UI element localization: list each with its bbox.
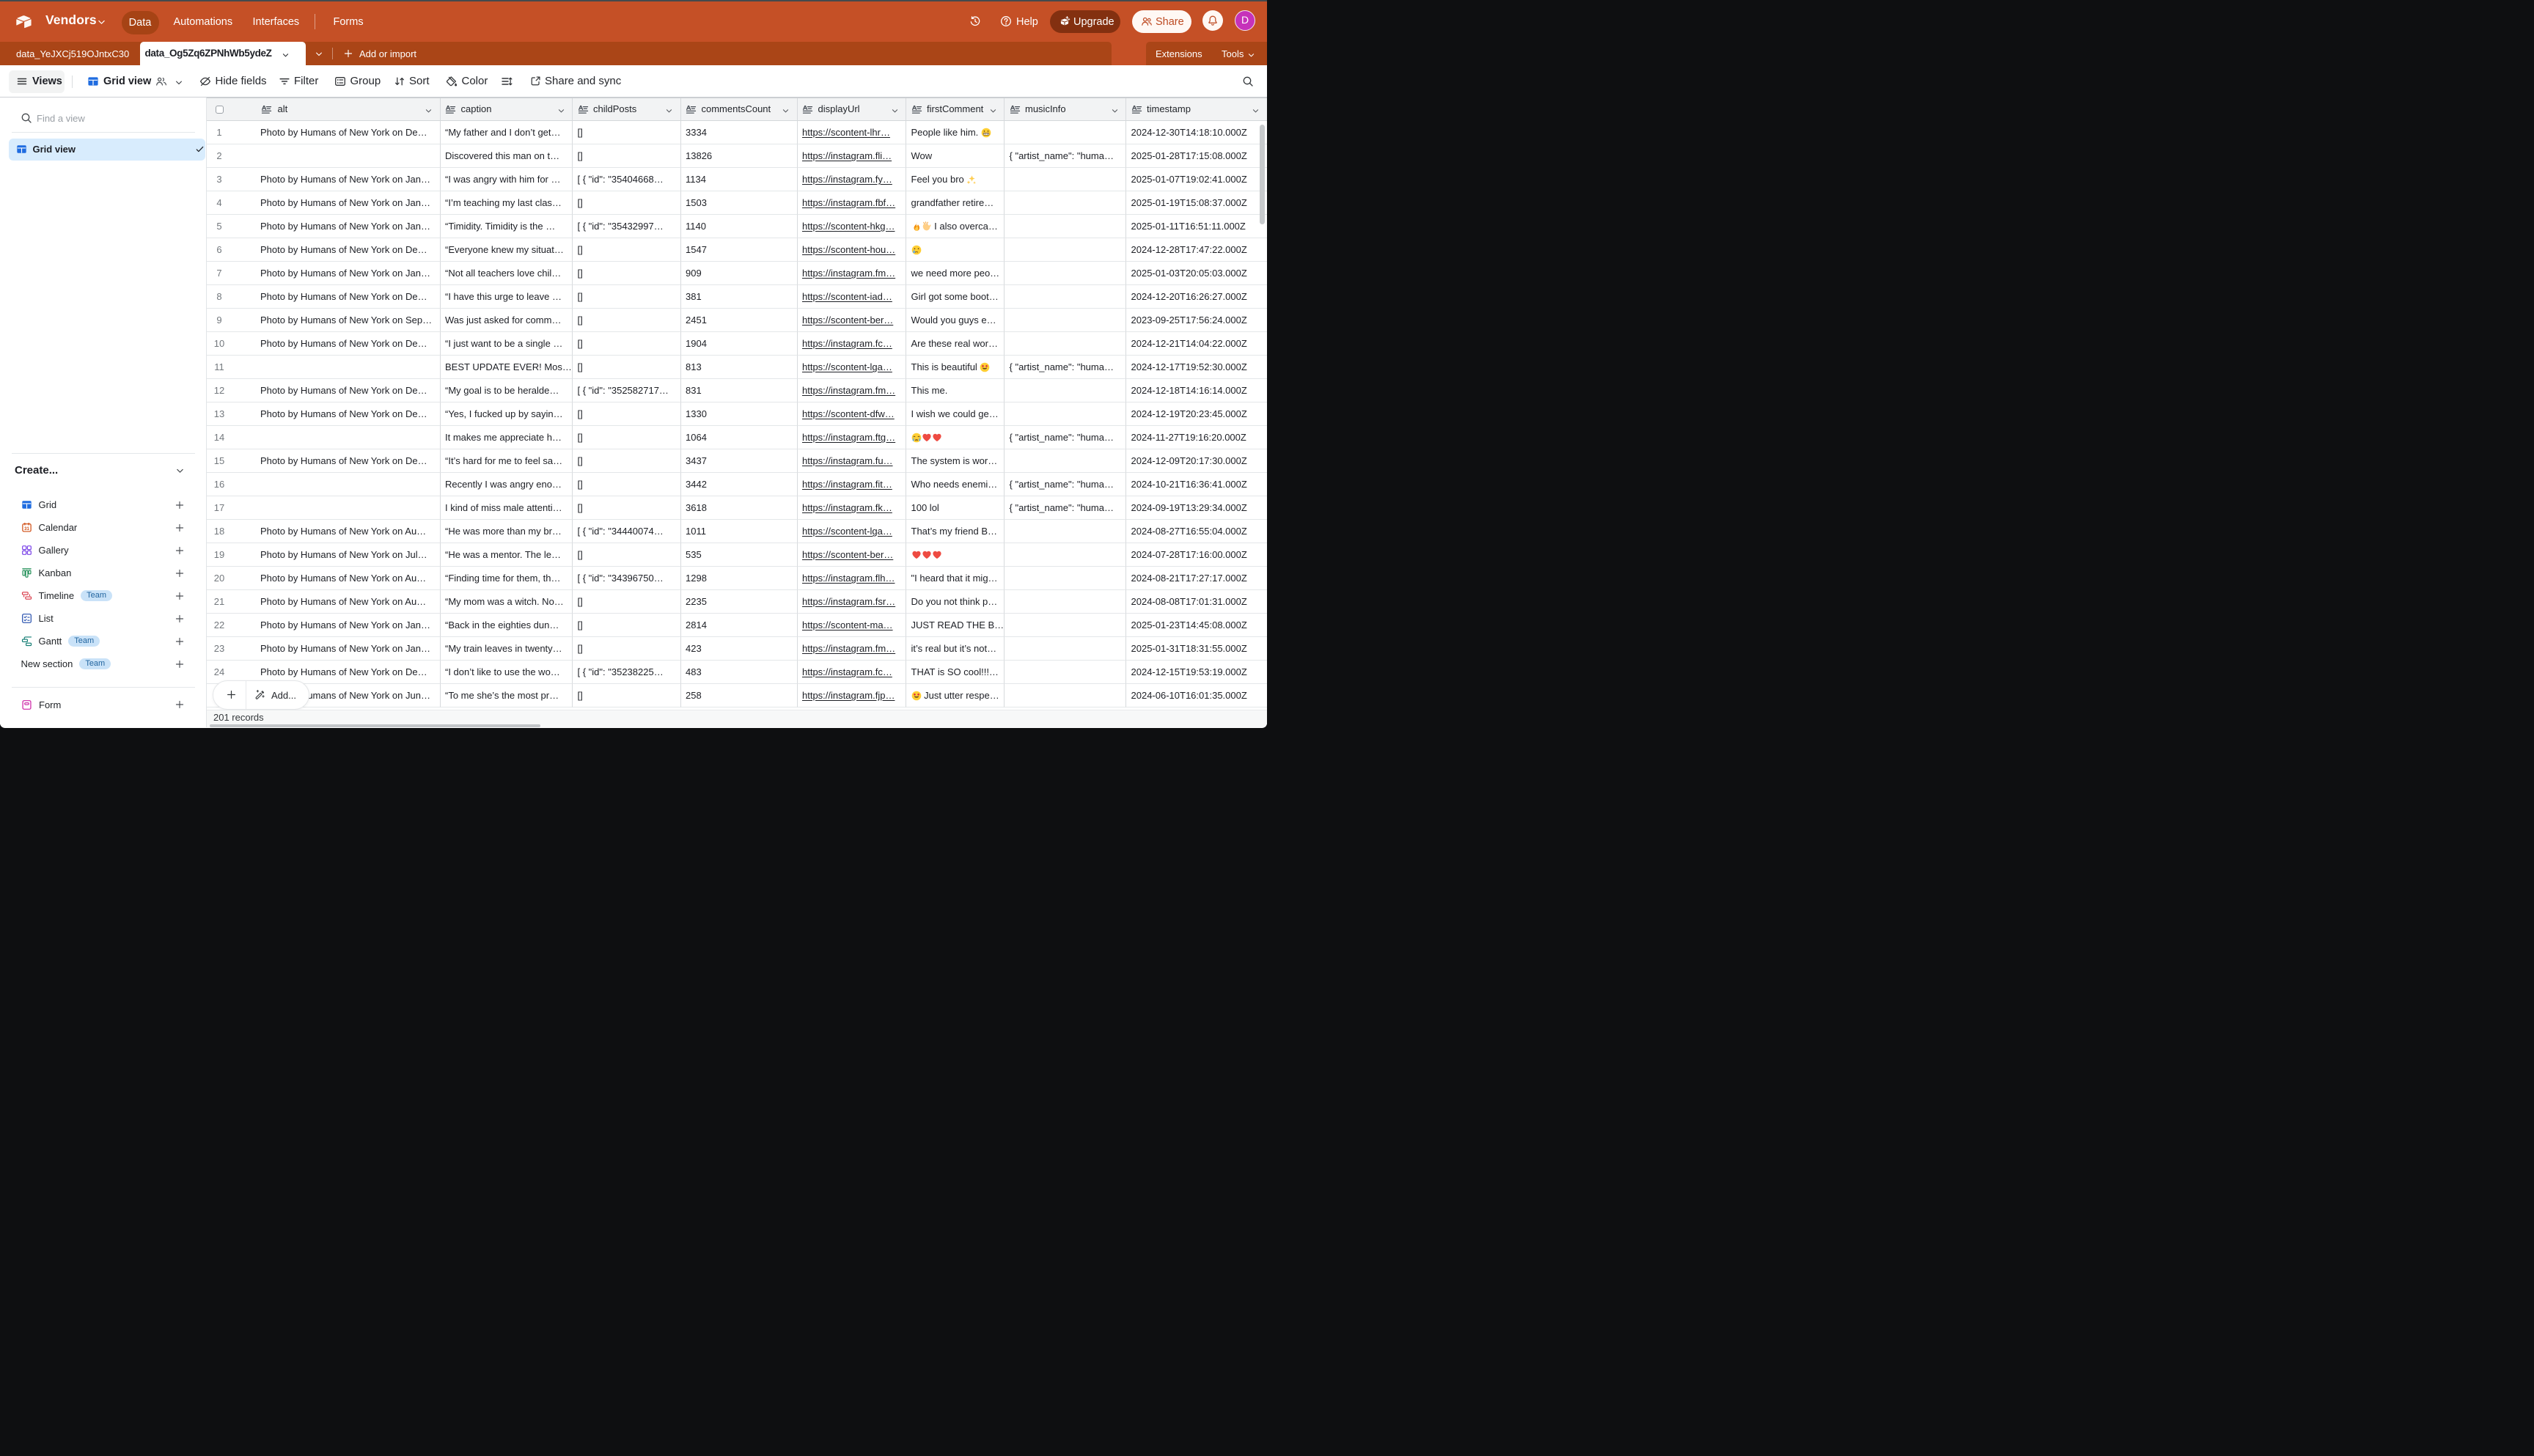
svg-text:31: 31 [24,527,29,532]
